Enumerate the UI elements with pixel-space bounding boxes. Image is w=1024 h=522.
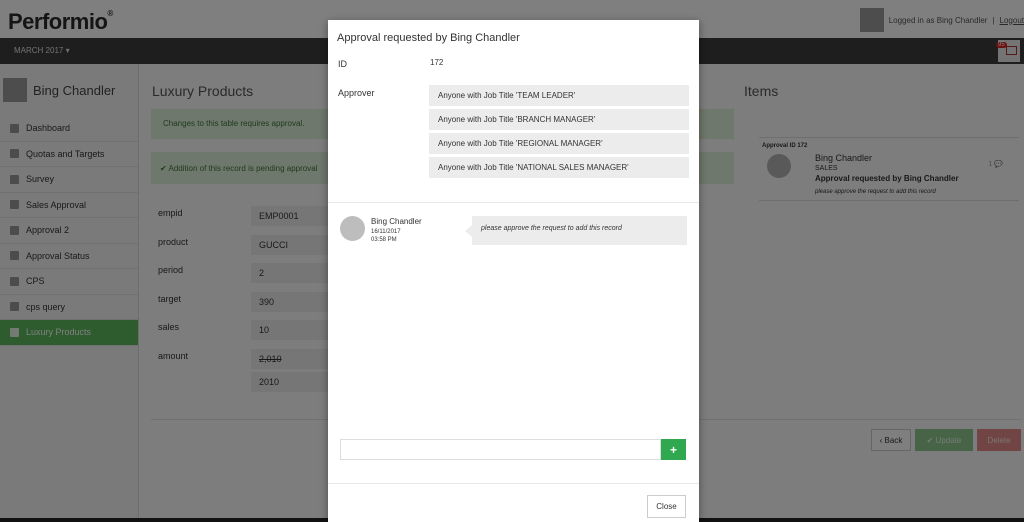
id-label: ID xyxy=(338,59,347,69)
comment-time: 03:58 PM xyxy=(371,237,397,243)
comment-author: Bing Chandler xyxy=(371,217,422,226)
approver-item: Anyone with Job Title 'TEAM LEADER' xyxy=(429,85,689,106)
modal-title: Approval requested by Bing Chandler xyxy=(337,32,520,44)
approval-modal: Approval requested by Bing Chandler ID 1… xyxy=(328,20,699,522)
approver-item: Anyone with Job Title 'REGIONAL MANAGER' xyxy=(429,133,689,154)
comment-date: 16/11/2017 xyxy=(371,229,401,235)
comment-input[interactable] xyxy=(340,439,661,460)
id-value: 172 xyxy=(430,58,444,67)
comment-bubble: please approve the request to add this r… xyxy=(465,216,687,245)
close-button[interactable]: Close xyxy=(647,495,686,518)
add-comment-button[interactable]: + xyxy=(661,439,686,460)
approver-item: Anyone with Job Title 'NATIONAL SALES MA… xyxy=(429,157,689,178)
divider xyxy=(328,483,699,484)
approver-item: Anyone with Job Title 'BRANCH MANAGER' xyxy=(429,109,689,130)
divider xyxy=(328,202,699,203)
avatar xyxy=(340,216,365,241)
approver-label: Approver xyxy=(338,88,375,98)
